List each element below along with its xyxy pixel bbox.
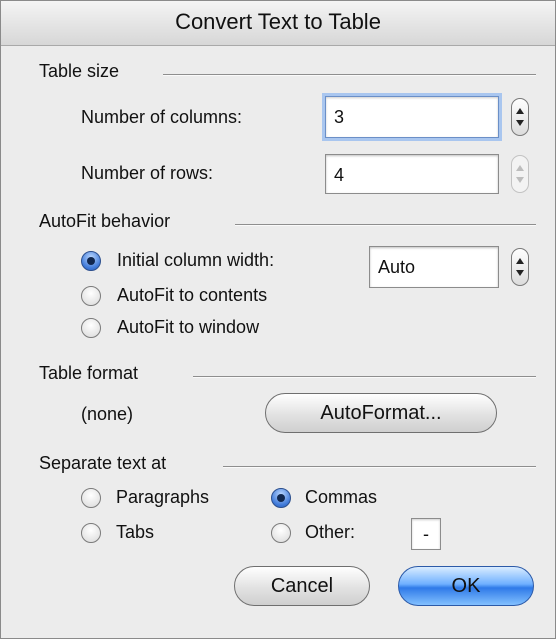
- table-size-separator: [163, 74, 536, 76]
- autofit-separator: [235, 224, 536, 226]
- autofit-contents-label: AutoFit to contents: [117, 285, 268, 305]
- rows-input[interactable]: 4: [325, 154, 499, 194]
- rows-stepper: [511, 155, 529, 193]
- initial-column-width-label: Initial column width:: [117, 250, 275, 270]
- autofit-window-label: AutoFit to window: [117, 317, 260, 337]
- title-bar: Convert Text to Table: [1, 1, 555, 46]
- table-format-separator: [193, 376, 536, 378]
- cancel-button[interactable]: Cancel: [234, 566, 370, 606]
- stepper-down-icon: [516, 270, 524, 276]
- table-format-current: (none): [81, 404, 134, 424]
- initial-column-width-radio[interactable]: [81, 251, 101, 271]
- autoformat-button[interactable]: AutoFormat...: [265, 393, 497, 433]
- tabs-radio[interactable]: [81, 523, 101, 543]
- convert-text-to-table-dialog: Convert Text to Table Table size Number …: [0, 0, 556, 639]
- columns-label: Number of columns:: [81, 107, 243, 127]
- other-label: Other:: [305, 522, 356, 542]
- paragraphs-label: Paragraphs: [116, 487, 210, 507]
- separate-heading: Separate text at: [39, 453, 167, 473]
- paragraphs-radio[interactable]: [81, 488, 101, 508]
- ok-button[interactable]: OK: [398, 566, 534, 606]
- commas-radio[interactable]: [271, 488, 291, 508]
- stepper-up-icon: [516, 258, 524, 264]
- stepper-down-icon: [516, 177, 524, 183]
- stepper-up-icon: [516, 108, 524, 114]
- stepper-up-icon: [516, 165, 524, 171]
- separate-separator: [223, 466, 536, 468]
- stepper-down-icon: [516, 120, 524, 126]
- commas-label: Commas: [305, 487, 378, 507]
- other-separator-input[interactable]: -: [411, 518, 441, 550]
- table-size-heading: Table size: [39, 61, 120, 81]
- rows-label: Number of rows:: [81, 163, 214, 183]
- dialog-title: Convert Text to Table: [175, 9, 381, 34]
- other-radio[interactable]: [271, 523, 291, 543]
- tabs-label: Tabs: [116, 522, 155, 542]
- column-width-input[interactable]: Auto: [369, 246, 499, 288]
- autofit-heading: AutoFit behavior: [39, 211, 171, 231]
- autofit-window-radio[interactable]: [81, 318, 101, 338]
- columns-input[interactable]: 3: [325, 96, 499, 138]
- columns-stepper[interactable]: [511, 98, 529, 136]
- column-width-stepper[interactable]: [511, 248, 529, 286]
- table-format-heading: Table format: [39, 363, 139, 383]
- autofit-contents-radio[interactable]: [81, 286, 101, 306]
